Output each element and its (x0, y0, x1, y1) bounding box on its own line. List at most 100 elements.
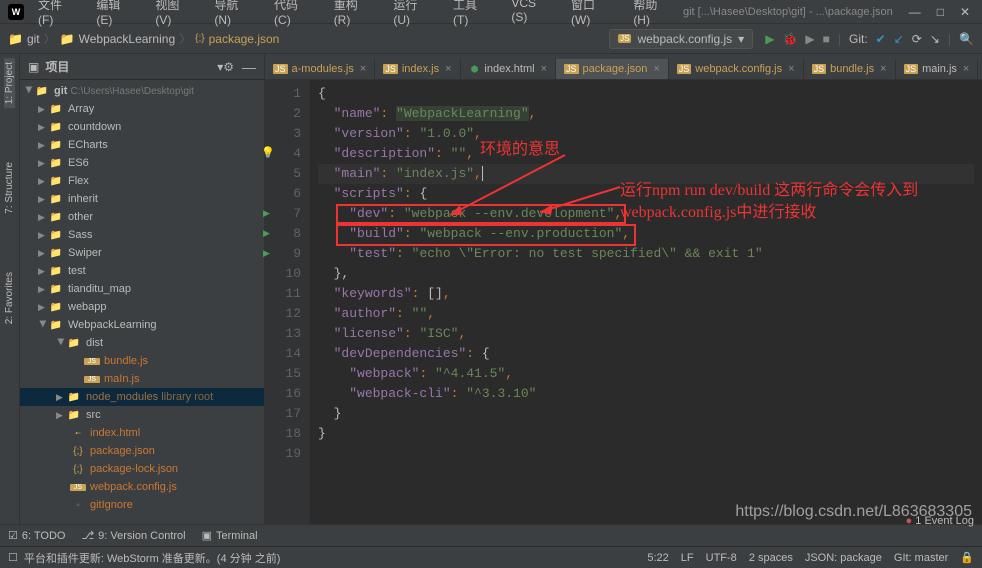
caret-position[interactable]: 5:22 (647, 552, 668, 564)
menu-view[interactable]: 视图 (V) (149, 0, 204, 29)
run-button[interactable]: ▶ (765, 32, 774, 46)
tree-file-package[interactable]: {;}package.json (20, 442, 264, 460)
stop-button[interactable]: ■ (823, 32, 830, 46)
project-tree[interactable]: ▶📁git C:\Users\Hasee\Desktop\git ▶📁Array… (20, 80, 264, 524)
tree-folder-node-modules[interactable]: ▶📁node_modules library root (20, 388, 264, 406)
menu-edit[interactable]: 编辑 (E) (90, 0, 145, 29)
breadcrumb-folder[interactable]: WebpackLearning (79, 32, 176, 46)
git-update-icon[interactable]: ↙ (894, 32, 904, 46)
gear-icon[interactable]: ⚙ (223, 60, 234, 74)
tree-file-gitignore[interactable]: ◦gitIgnore (20, 496, 264, 514)
encoding[interactable]: UTF-8 (706, 552, 737, 564)
close-tab-icon[interactable]: × (445, 63, 451, 75)
lock-icon[interactable]: 🔒 (960, 551, 974, 564)
tree-file-main[interactable]: JSmaIn.js (20, 370, 264, 388)
close-button[interactable]: ✕ (956, 5, 974, 19)
git-history-icon[interactable]: ⟳ (912, 32, 922, 46)
menu-tools[interactable]: 工具 (T) (447, 0, 501, 29)
tree-file-indexhtml[interactable]: 🙮index.html (20, 424, 264, 442)
close-tab-icon[interactable]: × (788, 63, 794, 75)
coverage-button[interactable]: ▶ (805, 32, 814, 46)
title-bar: W 文件 (F) 编辑 (E) 视图 (V) 导航 (N) 代码 (C) 重构 … (0, 0, 982, 24)
close-tab-icon[interactable]: × (653, 63, 659, 75)
menu-code[interactable]: 代码 (C) (268, 0, 324, 29)
editor-tab[interactable]: JSindex.js× (375, 59, 460, 79)
tree-folder-webpacklearning[interactable]: ▶📁WebpackLearning (20, 316, 264, 334)
todo-tool[interactable]: ☑6: TODO (8, 529, 65, 542)
editor-area: JSa-modules.js×JSindex.js×⬢index.html×JS… (265, 54, 982, 524)
tree-folder[interactable]: ▶📁ES6 (20, 154, 264, 172)
gutter[interactable]: 123💡456▶7▶8▶910111213141516171819 (265, 80, 310, 524)
editor-tab[interactable]: JSa-modules.js× (265, 59, 375, 79)
editor-tab[interactable]: JSbundle.js× (804, 59, 896, 79)
menu-file[interactable]: 文件 (F) (32, 0, 86, 29)
tree-file-webpackconfig[interactable]: JSwebpack.config.js (20, 478, 264, 496)
tree-root[interactable]: ▶📁git C:\Users\Hasee\Desktop\git (20, 82, 264, 100)
run-config-selector[interactable]: JS webpack.config.js ▾ (609, 29, 753, 49)
tree-file-bundle[interactable]: JSbundle.js (20, 352, 264, 370)
tree-folder[interactable]: ▶📁webapp (20, 298, 264, 316)
line-sep[interactable]: LF (681, 552, 694, 564)
close-tab-icon[interactable]: × (360, 63, 366, 75)
tree-folder[interactable]: ▶📁Swiper (20, 244, 264, 262)
menu-help[interactable]: 帮助 (H) (627, 0, 683, 29)
git-commit-icon[interactable]: ✔ (876, 32, 886, 46)
tree-folder[interactable]: ▶📁inherit (20, 190, 264, 208)
minimize-button[interactable]: — (905, 5, 925, 19)
editor-tab[interactable]: ⬢index.html× (461, 59, 556, 79)
tree-folder[interactable]: ▶📁test (20, 262, 264, 280)
menu-window[interactable]: 窗口 (W) (565, 0, 623, 29)
window-title: git [...\Hasee\Desktop\git] - ...\packag… (683, 6, 893, 18)
tree-folder-dist[interactable]: ▶📁dist (20, 334, 264, 352)
tree-folder[interactable]: ▶📁Sass (20, 226, 264, 244)
tree-folder[interactable]: ▶📁Flex (20, 172, 264, 190)
tree-folder[interactable]: ▶📁Array (20, 100, 264, 118)
menu-nav[interactable]: 导航 (N) (208, 0, 264, 29)
folder-icon: ▣ (28, 60, 39, 74)
source[interactable]: { "name": "WebpackLearning", "version": … (310, 80, 982, 524)
indent[interactable]: 2 spaces (749, 552, 793, 564)
folder-icon: 📁 (60, 32, 75, 46)
tree-folder-src[interactable]: ▶📁src (20, 406, 264, 424)
breadcrumb-root[interactable]: git (27, 32, 40, 46)
event-log-button[interactable]: ● 1 Event Log (906, 515, 974, 527)
close-tab-icon[interactable]: × (880, 63, 886, 75)
vcs-tool[interactable]: ⎇9: Version Control (81, 529, 185, 542)
tree-folder[interactable]: ▶📁ECharts (20, 136, 264, 154)
tree-file-packagelock[interactable]: {;}package-lock.json (20, 460, 264, 478)
debug-button[interactable]: 🐞 (782, 32, 797, 46)
bottom-toolbar: ☑6: TODO ⎇9: Version Control ▣Terminal (0, 524, 982, 546)
maximize-button[interactable]: □ (933, 5, 948, 19)
status-message: 平台和插件更新: WebStorm 准备更新。(4 分钟 之前) (24, 550, 648, 566)
tree-folder[interactable]: ▶📁other (20, 208, 264, 226)
favorites-tool-tab[interactable]: 2: Favorites (4, 268, 15, 328)
json-schema[interactable]: JSON: package (805, 552, 882, 564)
json-file-icon: {;} (195, 33, 204, 44)
git-revert-icon[interactable]: ↘ (930, 32, 940, 46)
menu-refactor[interactable]: 重构 (R) (328, 0, 384, 29)
status-bar: ☐ 平台和插件更新: WebStorm 准备更新。(4 分钟 之前) 5:22 … (0, 546, 982, 568)
hide-panel-icon[interactable]: — (242, 59, 256, 75)
project-tool-tab[interactable]: 1: Project (4, 58, 15, 108)
app-logo: W (8, 4, 24, 20)
breadcrumb: 📁 git 〉 📁 WebpackLearning 〉 {;} package.… (8, 30, 279, 47)
structure-tool-tab[interactable]: 7: Structure (4, 158, 15, 218)
close-tab-icon[interactable]: × (541, 63, 547, 75)
project-panel: ▣ 项目 ▾ ⚙ — ▶📁git C:\Users\Hasee\Desktop\… (20, 54, 265, 524)
search-icon[interactable]: 🔍 (959, 32, 974, 46)
breadcrumb-file[interactable]: package.json (209, 32, 280, 46)
editor-tab[interactable]: JSmain.js× (896, 59, 979, 79)
close-tab-icon[interactable]: × (963, 63, 969, 75)
menu-bar: 文件 (F) 编辑 (E) 视图 (V) 导航 (N) 代码 (C) 重构 (R… (32, 0, 683, 29)
menu-run[interactable]: 运行 (U) (387, 0, 443, 29)
editor-tab[interactable]: JSpackage.json× (556, 59, 669, 79)
status-icon[interactable]: ☐ (8, 551, 18, 564)
git-branch[interactable]: GIt: master (894, 552, 948, 564)
tree-folder[interactable]: ▶📁countdown (20, 118, 264, 136)
menu-vcs[interactable]: VCS (S) (505, 0, 561, 29)
tree-folder[interactable]: ▶📁tianditu_map (20, 280, 264, 298)
terminal-tool[interactable]: ▣Terminal (202, 529, 258, 542)
code-editor[interactable]: 123💡456▶7▶8▶910111213141516171819 { "nam… (265, 80, 982, 524)
editor-tab[interactable]: JSwebpack.config.js× (669, 59, 804, 79)
project-panel-title: 项目 (45, 58, 217, 75)
